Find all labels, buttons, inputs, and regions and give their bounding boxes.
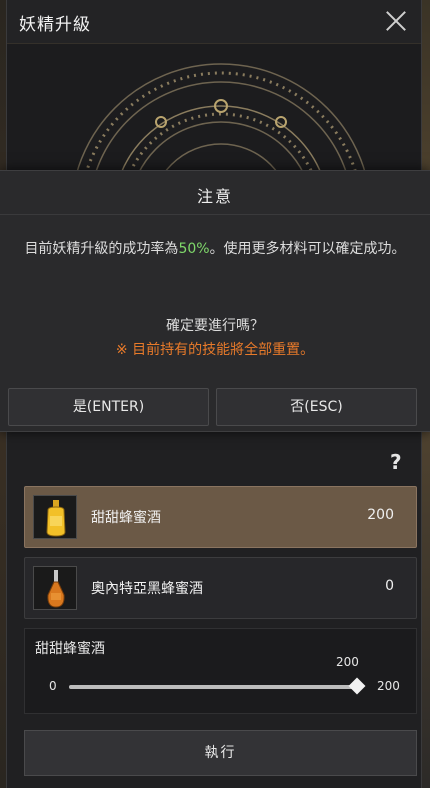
yes-button[interactable]: 是(ENTER) (8, 388, 209, 426)
dialog-message: 目前妖精升級的成功率為50%。使用更多材料可以確定成功。 (20, 237, 410, 261)
item-count: 200 (367, 507, 394, 523)
material-item-row[interactable]: 甜甜蜂蜜酒 200 (24, 486, 417, 548)
slider-handle[interactable] (348, 677, 366, 695)
title-bar: 妖精升級 (7, 0, 421, 44)
question-icon[interactable]: ? (390, 450, 402, 474)
dialog-warning: ※ 目前持有的技能將全部重置。 (115, 342, 315, 358)
item-name: 奧內特亞黑蜂蜜酒 (91, 581, 203, 597)
slider-max-label: 200 (377, 679, 400, 693)
no-button[interactable]: 否(ESC) (216, 388, 417, 426)
slider-fill (69, 685, 357, 689)
dialog-title: 注意 (196, 187, 233, 206)
dark-honey-wine-bottle-icon (33, 566, 77, 610)
dialog-question: 確定要進行嗎？ (166, 318, 264, 334)
item-count: 0 (385, 578, 394, 594)
confirm-dialog: 注意 目前妖精升級的成功率為50%。使用更多材料可以確定成功。 確定要進行嗎？ … (0, 170, 430, 432)
quantity-slider-panel: 甜甜蜂蜜酒 200 0 200 (24, 628, 417, 714)
message-suffix: 。使用更多材料可以確定成功。 (209, 241, 406, 257)
screen: 妖精升級 ? 甜甜蜂蜜酒 200 奧內特亞黑蜂蜜酒 0 甜甜蜂蜜酒 200 0 … (0, 0, 430, 788)
slider-label: 甜甜蜂蜜酒 (35, 641, 105, 657)
message-prefix: 目前妖精升級的成功率為 (24, 241, 179, 257)
slider-min-label: 0 (49, 679, 57, 693)
window-title: 妖精升級 (19, 15, 91, 35)
slider-current-value: 200 (336, 655, 359, 669)
dialog-header: 注意 (0, 171, 430, 215)
material-item-row[interactable]: 奧內特亞黑蜂蜜酒 0 (24, 557, 417, 619)
execute-button[interactable]: 執行 (24, 730, 417, 776)
honey-wine-bottle-icon (33, 495, 77, 539)
item-name: 甜甜蜂蜜酒 (91, 510, 161, 526)
close-icon[interactable] (383, 8, 409, 34)
success-rate: 50% (178, 241, 210, 257)
slider-track[interactable] (69, 685, 357, 689)
magic-circle-emblem (7, 44, 421, 174)
